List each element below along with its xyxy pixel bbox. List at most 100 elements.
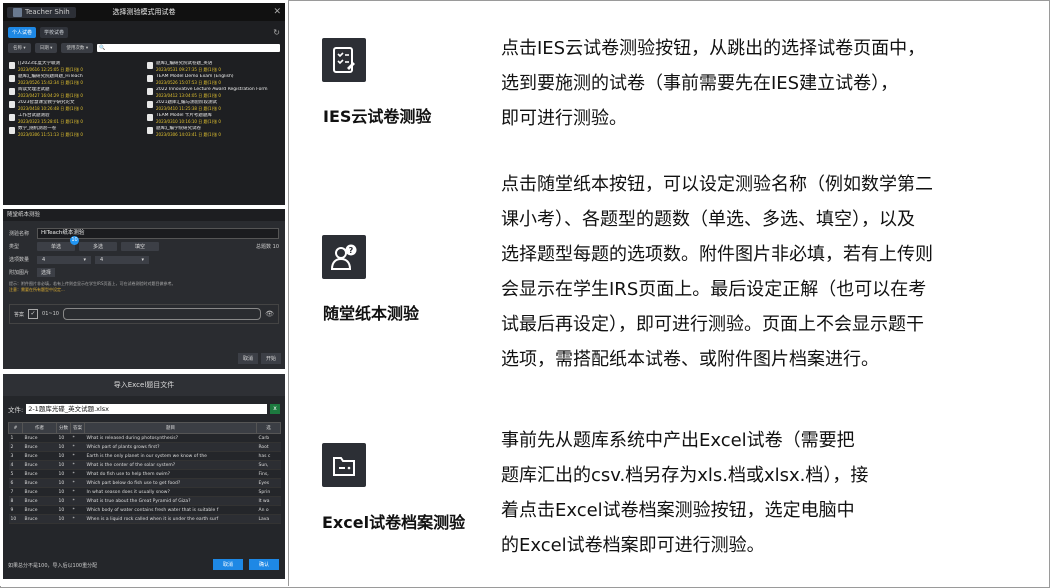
table-row[interactable]: 2 Bruce 10 * Which part of plants grows firs…: [8, 442, 281, 452]
exam-list-item[interactable]: [[2023年度大学联测 2023/0616 12:25:05 日 题(1)张 0: [9, 61, 141, 72]
column-header[interactable]: 分数: [56, 422, 71, 434]
eye-icon[interactable]: 👁: [265, 310, 274, 318]
table-cell: 10: [56, 514, 71, 524]
table-cell: *: [70, 451, 85, 461]
sort-name[interactable]: 名称 ▾: [8, 43, 31, 53]
exam-date: 2023/0526 15:42:34 日 题(1)张 0: [18, 80, 83, 85]
column-header[interactable]: 选: [256, 422, 281, 434]
attach-row: 附加图片 选择: [3, 266, 285, 279]
cancel-button[interactable]: 取消: [212, 559, 243, 570]
answer-row: 答案 ✓ 01~10 👁: [9, 304, 279, 324]
folder-icon[interactable]: [322, 443, 366, 487]
column-header[interactable]: #: [8, 422, 23, 434]
score-note: 如果总分不是100，导入后以100重分配: [8, 563, 98, 569]
choose-image-button[interactable]: 选择: [37, 268, 56, 277]
confirm-button[interactable]: 确认: [248, 559, 279, 570]
window-titlebar: Teacher Shih 选择测验模式用试卷 ✕: [3, 3, 285, 21]
column-header[interactable]: 题目: [84, 422, 257, 434]
table-row[interactable]: 10 Bruce 10 * When is a liquid rock called w…: [8, 514, 281, 524]
exam-list-item[interactable]: 数学_随机测验一卷 2023/0306 11:51:13 日 题(1)张 0: [9, 126, 141, 137]
document-icon: [147, 114, 153, 121]
table-row[interactable]: 5 Bruce 10 * What do fish use to help them s…: [8, 469, 281, 479]
document-icon: [147, 101, 153, 108]
tab-school[interactable]: 学校试卷: [40, 27, 69, 38]
exam-list-item[interactable]: 2021题库汇编与测验阶段测试 2023/0410 11:25:38 日 题(1)…: [147, 100, 279, 111]
exam-list-item[interactable]: TEAM Model Demo Exam (English) 2023/0526 …: [147, 74, 279, 85]
exam-list-item[interactable]: 2022 Innovative Lecture Award Registrati…: [147, 87, 279, 98]
exam-list-item[interactable]: TEAM Model 卡片考题题库 2023/0310 10:16:10 日 题(…: [147, 113, 279, 124]
answer-input[interactable]: [62, 308, 262, 320]
dialog-actions: 取消 开始: [237, 353, 281, 364]
exam-info: 工作台试题测验 2023/0323 15:28:01 日 题(1)张 0: [18, 113, 83, 124]
column-header[interactable]: 作者: [22, 422, 57, 434]
exam-info: TEAM Model Demo Exam (English) 2023/0526 …: [156, 74, 234, 85]
refresh-icon[interactable]: ↻: [273, 28, 280, 37]
fill-blank-button[interactable]: 填空: [121, 242, 160, 251]
exam-source-tabs: 个人试卷 学校试卷 ↻: [3, 21, 285, 40]
cancel-button[interactable]: 取消: [237, 353, 258, 364]
table-cell: When is a liquid rock called when it is …: [84, 514, 257, 524]
tab-personal[interactable]: 个人试卷: [8, 27, 37, 38]
table-cell: *: [70, 487, 85, 497]
search-input[interactable]: 🔍: [97, 44, 280, 52]
table-cell: Carb: [256, 433, 281, 443]
answer-range: 01~10: [42, 311, 59, 317]
table-cell: Bruce: [22, 469, 57, 479]
sort-date[interactable]: 日期 ▾: [34, 43, 58, 53]
exam-list-item[interactable]: 题库汇编学院研究试卷 2023/0306 14:03:41 日 题(1)张 0: [147, 126, 279, 137]
table-cell: What is true about the Great Pyramid of …: [84, 496, 257, 506]
table-row[interactable]: 6 Bruce 10 * Which part below do fish use to…: [8, 478, 281, 488]
table-cell: *: [70, 433, 85, 443]
start-button[interactable]: 开始: [260, 353, 281, 364]
exam-list-item[interactable]: 题库汇编研究院试卷题_英语 2023/0531 09:27:35 日 题(1)张 …: [147, 61, 279, 72]
table-cell: 8: [8, 496, 23, 506]
feature-ies-icon-wrap: [322, 38, 366, 82]
table-cell: Bruce: [22, 460, 57, 470]
table-cell: Bruce: [22, 451, 57, 461]
table-body: 1 Bruce 10 * What is released during photosy…: [8, 433, 281, 524]
answer-label: 答案: [14, 311, 25, 318]
total-count: 总题数 10: [256, 244, 279, 250]
quiz-name-row: 测验名称 HiTeach纸本测验: [3, 227, 285, 240]
exam-list-item[interactable]: 阅读文理注试题 2023/0427 16:04:29 日 题(1)张 0: [9, 87, 141, 98]
desc-line: 题库汇出的csv.档另存为xls.档或xlsx.档），接: [501, 465, 869, 486]
sort-usage[interactable]: 使用次数 ▾: [61, 43, 94, 53]
exam-list-item[interactable]: 2023智慧课堂教学研究论文 2023/0418 10:26:48 日 题(1)张…: [9, 100, 141, 111]
checklist-icon[interactable]: [322, 38, 366, 82]
exam-list-item[interactable]: 题库汇编研究院题目题_HiTeach 2023/0526 15:42:34 日 题…: [9, 74, 141, 85]
option-count-select-1[interactable]: 4 ▾: [37, 255, 91, 264]
table-cell: 3: [8, 451, 23, 461]
table-row[interactable]: 4 Bruce 10 * What is the center of the solar…: [8, 460, 281, 470]
table-cell: Bruce: [22, 496, 57, 506]
single-choice-button[interactable]: 单选 10: [37, 236, 80, 251]
file-row: 文件: 2-1题库光碟_英文试题.xlsx x: [3, 396, 285, 416]
table-row[interactable]: 3 Bruce 10 * Earth is the only planet in our…: [8, 451, 281, 461]
table-cell: Which part of plants grows first?: [84, 442, 257, 452]
file-path-input[interactable]: 2-1题库光碟_英文试题.xlsx: [26, 404, 267, 414]
exam-date: 2023/0310 10:16:10 日 题(1)张 0: [156, 119, 221, 124]
table-cell: *: [70, 514, 85, 524]
warning-line: 注意：需要在所有题型中设定...: [9, 286, 65, 292]
multi-choice-button[interactable]: 多选: [79, 242, 118, 251]
table-cell: 10: [56, 460, 71, 470]
table-cell: *: [70, 460, 85, 470]
column-header[interactable]: 答案: [70, 422, 85, 434]
option-count-select-2[interactable]: 4 ▾: [95, 255, 149, 264]
table-cell: What is the center of the solar system?: [84, 460, 257, 470]
quiz-name-label: 测验名称: [9, 231, 30, 237]
table-row[interactable]: 7 Bruce 10 * In what season does it usually …: [8, 487, 281, 497]
feature-label-ies: IES云试卷测验: [323, 107, 432, 126]
table-cell: Bruce: [22, 442, 57, 452]
person-question-icon[interactable]: ?: [322, 235, 366, 279]
table-row[interactable]: 9 Bruce 10 * Which body of water contains fr…: [8, 505, 281, 515]
exam-date: 2023/0526 15:07:53 日 题(1)张 0: [156, 80, 221, 85]
document-icon: [9, 101, 15, 108]
table-row[interactable]: 8 Bruce 10 * What is true about the Great Py…: [8, 496, 281, 506]
table-row[interactable]: 1 Bruce 10 * What is released during photosy…: [8, 433, 281, 443]
exam-list-item[interactable]: 工作台试题测验 2023/0323 15:28:01 日 题(1)张 0: [9, 113, 141, 124]
table-cell: 7: [8, 487, 23, 497]
close-icon[interactable]: ✕: [273, 7, 281, 17]
excel-icon[interactable]: x: [270, 404, 280, 414]
desc-line: 选项，需搭配纸本试卷、或附件图片档案进行。: [501, 349, 879, 370]
answer-checkbox[interactable]: ✓: [28, 309, 39, 319]
